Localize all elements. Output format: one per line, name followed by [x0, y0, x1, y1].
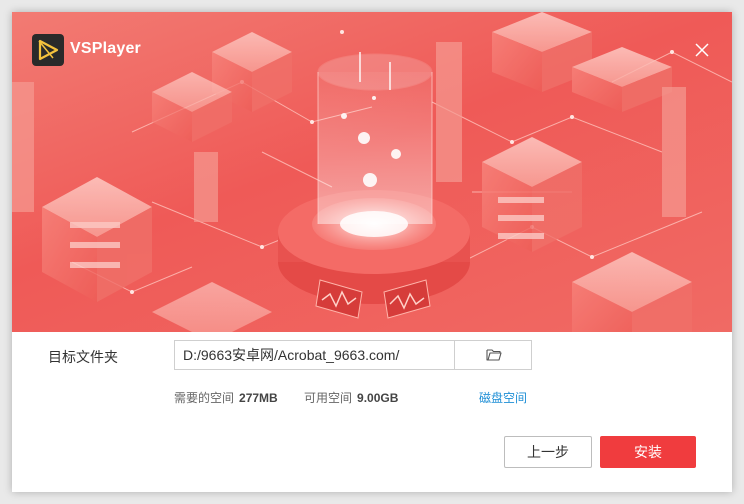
required-space: 需要的空间 277MB [174, 389, 278, 406]
target-folder-label: 目标文件夹 [48, 349, 118, 365]
hero-banner: VSPlayer [12, 12, 732, 332]
install-button[interactable]: 安装 [600, 436, 696, 468]
app-title: VSPlayer [70, 40, 141, 57]
back-button[interactable]: 上一步 [504, 436, 592, 468]
install-path-group [174, 340, 532, 370]
install-path-input[interactable] [175, 341, 454, 369]
close-icon[interactable] [692, 40, 712, 60]
available-space-value: 9.00GB [357, 391, 399, 405]
required-space-value: 277MB [239, 391, 278, 405]
vsplayer-logo-icon [32, 34, 64, 66]
available-space: 可用空间 9.00GB [304, 389, 398, 406]
disk-space-link[interactable]: 磁盘空间 [479, 389, 527, 406]
browse-folder-button[interactable] [454, 341, 531, 369]
available-space-label: 可用空间 [304, 391, 353, 405]
installer-window: VSPlayer 目标文件夹 需要的空间 277MB 可用空间 9.00GB 磁盘空… [12, 12, 732, 492]
folder-open-icon [486, 349, 502, 361]
required-space-label: 需要的空间 [174, 391, 235, 405]
hero-illustration [12, 12, 732, 332]
